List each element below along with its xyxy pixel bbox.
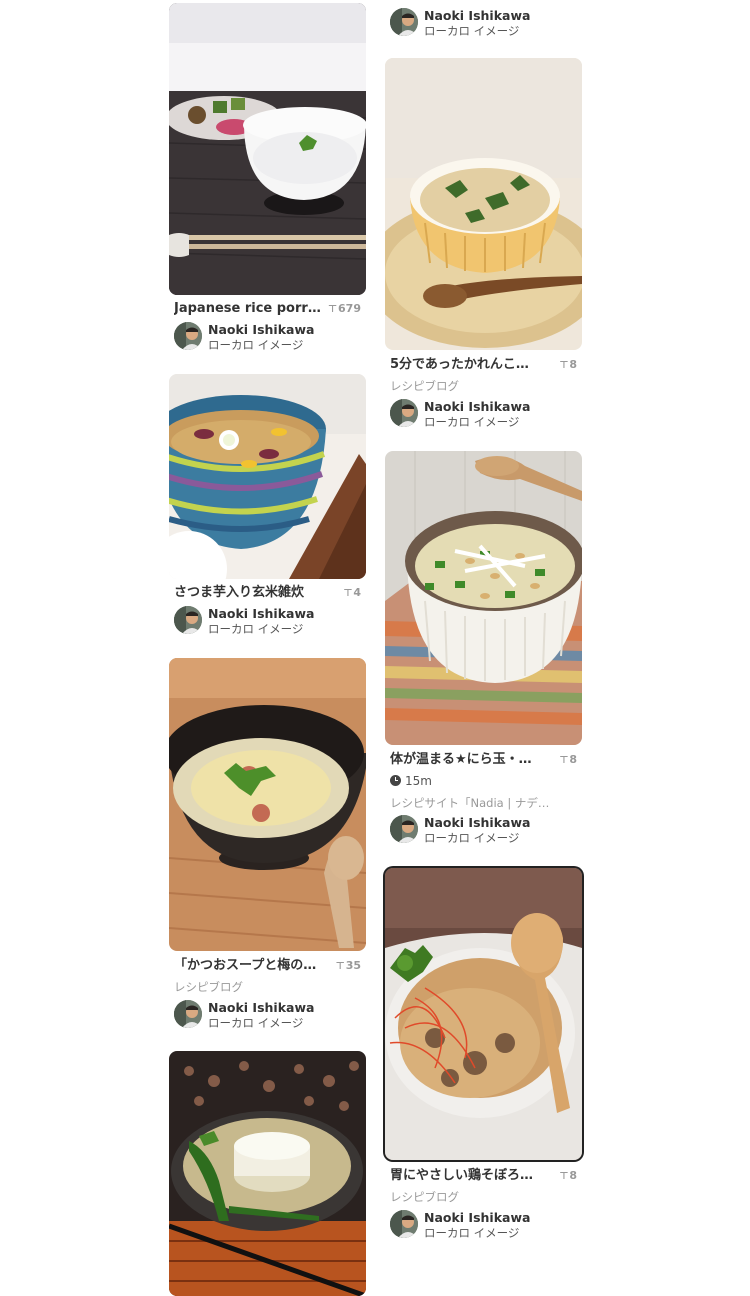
avatar [390, 8, 418, 36]
author-name: Naoki Ishikawa [424, 1210, 531, 1225]
pin-title[interactable]: 「かつおスープと梅の朝… [174, 956, 322, 976]
pin-title[interactable]: さつま芋入り玄米雑炊 [174, 583, 322, 603]
pushpin-icon: ⊤ [327, 304, 338, 315]
pin-source: レシピブログ [390, 1190, 459, 1204]
save-count-value: 8 [569, 753, 577, 766]
pin-source: レシピブログ [390, 379, 459, 393]
board-name: ローカロ イメージ [424, 1226, 520, 1240]
save-count-value: 4 [353, 586, 361, 599]
pin-author[interactable]: Naoki Ishikawa ローカロ イメージ [390, 1210, 580, 1242]
cook-time: 15m [390, 772, 432, 790]
pin-title-row: Japanese rice porr… ⊤679 [174, 299, 361, 319]
save-count: ⊤8 [559, 1166, 577, 1187]
pin-title[interactable]: 5分であったかれんこん雑炊 [390, 355, 538, 375]
save-count: ⊤35 [336, 956, 361, 977]
pushpin-icon: ⊤ [559, 1171, 569, 1182]
pushpin-icon: ⊤ [343, 588, 353, 599]
pin-image[interactable] [385, 58, 582, 350]
board-name: ローカロ イメージ [208, 338, 304, 352]
pin-image[interactable] [169, 1051, 366, 1296]
pin-title-row: 5分であったかれんこん雑炊 ⊤8 [390, 355, 577, 375]
pin-source: レシピサイト「Nadia | ナデ… [390, 796, 550, 810]
pin-source: レシピブログ [174, 980, 243, 994]
avatar [390, 399, 418, 427]
pin-title[interactable]: 胃にやさしい鶏そぼろ雑炊… [390, 1166, 538, 1186]
avatar [390, 815, 418, 843]
author-name: Naoki Ishikawa [424, 8, 531, 23]
save-count-value: 8 [569, 358, 577, 371]
save-count: ⊤8 [559, 750, 577, 771]
author-name: Naoki Ishikawa [208, 606, 315, 621]
pin-image[interactable] [169, 3, 366, 295]
board-name: ローカロ イメージ [424, 415, 520, 429]
cook-time-value: 15m [405, 774, 432, 788]
pin-image-selected[interactable] [385, 868, 582, 1160]
pin-author[interactable]: Naoki Ishikawa ローカロ イメージ [390, 399, 580, 431]
pin-author[interactable]: Naoki Ishikawa ローカロ イメージ [390, 8, 580, 40]
pin-title[interactable]: 体が温まる★にら玉・鶏雑炊 [390, 750, 538, 770]
pin-title-row: 胃にやさしい鶏そぼろ雑炊… ⊤8 [390, 1166, 577, 1186]
pin-image[interactable] [385, 451, 582, 745]
save-count-value: 679 [338, 302, 361, 315]
pin-author[interactable]: Naoki Ishikawa ローカロ イメージ [390, 815, 580, 847]
author-name: Naoki Ishikawa [424, 399, 531, 414]
pushpin-icon: ⊤ [559, 360, 569, 371]
avatar [390, 1210, 418, 1238]
pin-image[interactable] [169, 658, 366, 951]
pushpin-icon: ⊤ [559, 755, 569, 766]
clock-icon [390, 775, 401, 786]
board-name: ローカロ イメージ [424, 24, 520, 38]
save-count: ⊤679 [328, 299, 361, 320]
save-count-value: 35 [345, 959, 361, 972]
save-count: ⊤8 [559, 355, 577, 376]
pushpin-icon: ⊤ [335, 961, 345, 972]
avatar [174, 1000, 202, 1028]
author-name: Naoki Ishikawa [208, 1000, 315, 1015]
pin-author[interactable]: Naoki Ishikawa ローカロ イメージ [174, 606, 364, 638]
avatar [174, 606, 202, 634]
save-count: ⊤4 [343, 583, 361, 604]
pin-title-row: さつま芋入り玄米雑炊 ⊤4 [174, 583, 361, 603]
pin-title-row: 「かつおスープと梅の朝… ⊤35 [174, 956, 361, 976]
save-count-value: 8 [569, 1169, 577, 1182]
pin-title[interactable]: Japanese rice porr… [174, 299, 322, 319]
pin-author[interactable]: Naoki Ishikawa ローカロ イメージ [174, 1000, 364, 1032]
board-name: ローカロ イメージ [424, 831, 520, 845]
author-name: Naoki Ishikawa [208, 322, 315, 337]
board-name: ローカロ イメージ [208, 1016, 304, 1030]
pin-image[interactable] [169, 374, 366, 579]
pin-title-row: 体が温まる★にら玉・鶏雑炊 ⊤8 [390, 750, 577, 770]
board-name: ローカロ イメージ [208, 622, 304, 636]
pin-author[interactable]: Naoki Ishikawa ローカロ イメージ [174, 322, 364, 354]
author-name: Naoki Ishikawa [424, 815, 531, 830]
avatar [174, 322, 202, 350]
